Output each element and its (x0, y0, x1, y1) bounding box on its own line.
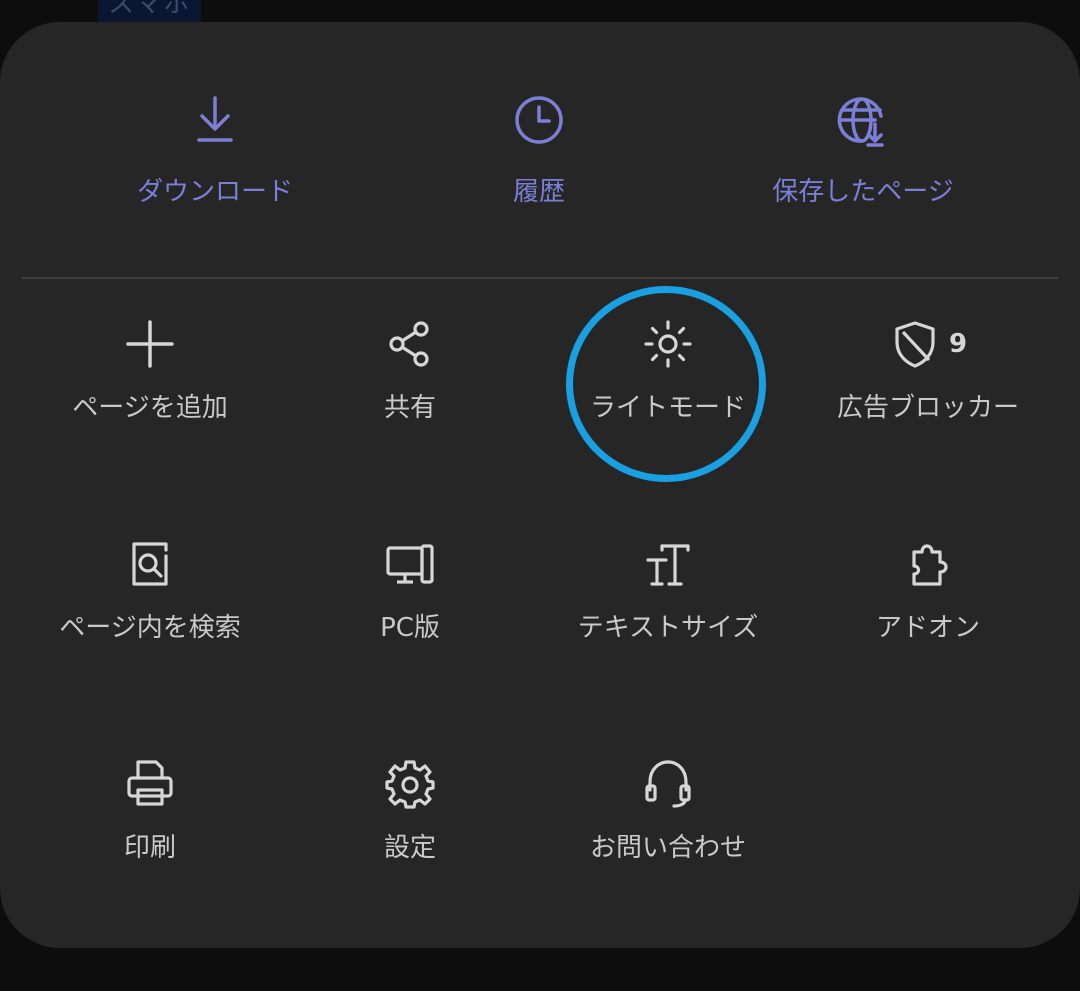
headset-icon (645, 760, 691, 808)
text-size-label: テキストサイズ (577, 613, 759, 643)
add-page-button[interactable]: ページを追加 (20, 318, 280, 448)
add-page-label: ページを追加 (72, 393, 228, 423)
plus-icon (126, 320, 174, 368)
desktop-icon (386, 544, 434, 584)
ad-blocker-button[interactable]: 9 広告ブロッカー (798, 318, 1058, 448)
ad-blocker-count-badge: 9 (948, 329, 968, 359)
sun-icon (644, 320, 692, 368)
saved-pages-label: 保存したページ (772, 177, 954, 207)
print-label: 印刷 (123, 833, 176, 863)
puzzle-icon (912, 544, 948, 586)
browser-menu-sheet: ダウンロード 履歴 保存したページ ページを追加 共有 ライトモード 9 広告ブ… (0, 22, 1080, 948)
print-button[interactable]: 印刷 (20, 758, 280, 888)
gear-icon (385, 760, 435, 809)
find-in-page-button[interactable]: ページ内を検索 (20, 538, 280, 668)
history-label: 履歴 (512, 177, 565, 207)
downloads-label: ダウンロード (136, 177, 293, 207)
desktop-site-label: PC版 (380, 613, 440, 643)
contact-us-button[interactable]: お問い合わせ (538, 758, 798, 888)
menu-divider (22, 277, 1058, 279)
settings-label: 設定 (383, 833, 436, 863)
printer-icon (127, 760, 173, 806)
clock-icon (515, 96, 563, 144)
background-page-text: スマホ (98, 0, 202, 22)
download-icon (197, 96, 233, 142)
contact-us-label: お問い合わせ (589, 833, 746, 863)
share-label: 共有 (383, 393, 436, 423)
light-mode-label: ライトモード (589, 393, 746, 423)
add-ons-button[interactable]: アドオン (798, 538, 1058, 668)
shield-icon (895, 321, 935, 368)
desktop-site-button[interactable]: PC版 (280, 538, 540, 668)
share-icon (389, 321, 429, 367)
text-size-button[interactable]: テキストサイズ (538, 538, 798, 668)
find-in-page-icon (132, 542, 168, 586)
settings-button[interactable]: 設定 (280, 758, 540, 888)
saved-page-globe-icon (837, 97, 884, 147)
text-size-icon (646, 544, 690, 586)
saved-pages-button[interactable]: 保存したページ (713, 92, 1013, 232)
share-button[interactable]: 共有 (280, 318, 540, 448)
add-ons-label: アドオン (875, 613, 980, 643)
ad-blocker-label: 広告ブロッカー (836, 393, 1019, 423)
downloads-button[interactable]: ダウンロード (65, 92, 365, 232)
light-mode-button[interactable]: ライトモード (538, 318, 798, 448)
ad-blocker-icon-group: 9 (889, 318, 967, 370)
find-in-page-label: ページ内を検索 (59, 613, 241, 643)
history-button[interactable]: 履歴 (389, 92, 689, 232)
